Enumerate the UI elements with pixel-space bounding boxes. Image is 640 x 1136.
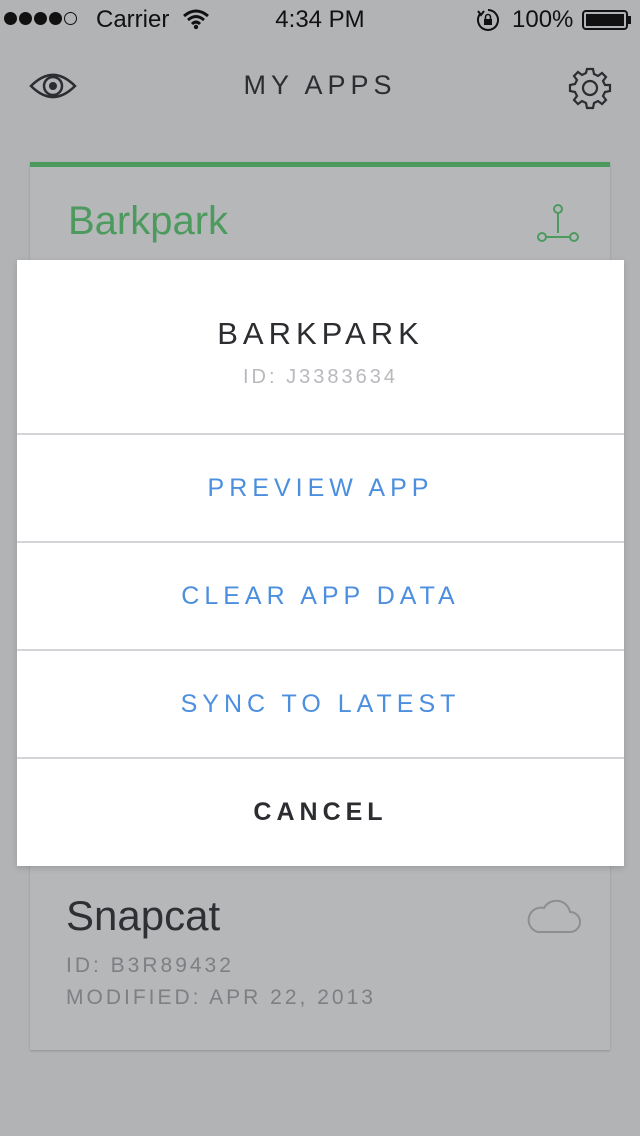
clear-app-data-button[interactable]: CLEAR APP DATA (17, 543, 624, 651)
gear-icon[interactable] (568, 66, 612, 110)
action-sheet: BARKPARK ID: J3383634 PREVIEW APP CLEAR … (17, 260, 624, 866)
battery-icon (582, 10, 631, 30)
app-card-snapcat[interactable]: Snapcat ID: B3R89432 MODIFIED: APR 22, 2… (30, 850, 610, 1050)
page-title: MY APPS (243, 70, 397, 100)
cancel-button[interactable]: CANCEL (17, 759, 624, 866)
status-bar: Carrier 4:34 PM 100% (0, 0, 640, 40)
app-name: Barkpark (68, 199, 229, 243)
cloud-icon[interactable] (524, 896, 582, 936)
rotation-lock-icon (477, 9, 499, 31)
app-modified-date: MODIFIED: APR 22, 2013 (66, 986, 376, 1009)
app-id: ID: B3R89432 (66, 954, 234, 977)
action-sheet-title: BARKPARK (217, 316, 424, 351)
action-sheet-subtitle: ID: J3383634 (243, 366, 398, 388)
sync-to-latest-button[interactable]: SYNC TO LATEST (17, 651, 624, 759)
branch-icon[interactable] (536, 203, 580, 243)
battery-percentage: 100% (512, 6, 574, 33)
app-name: Snapcat (66, 892, 221, 939)
preview-app-button[interactable]: PREVIEW APP (17, 435, 624, 543)
action-sheet-header: BARKPARK ID: J3383634 (17, 260, 624, 435)
